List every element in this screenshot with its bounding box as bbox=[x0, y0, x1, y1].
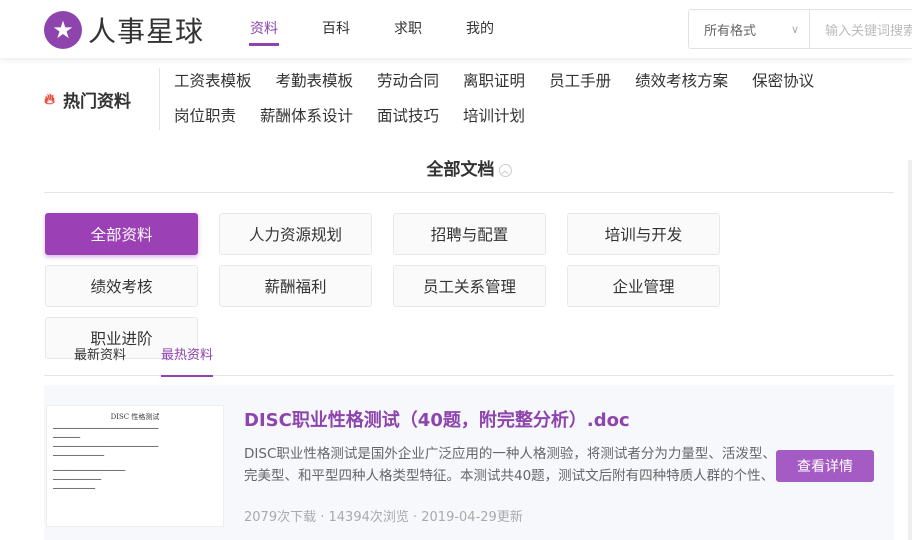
hot-link[interactable]: 劳动合同 bbox=[377, 68, 439, 103]
all-docs-title: 全部文档 bbox=[426, 160, 495, 180]
logo-text: 人事星球 bbox=[88, 15, 205, 48]
fire-icon: 🔥︎ bbox=[44, 90, 56, 108]
hot-link[interactable]: 绩效考核方案 bbox=[635, 68, 728, 103]
nav-ziliao[interactable]: 资料 bbox=[249, 0, 279, 58]
category-button[interactable]: 企业管理 bbox=[567, 265, 720, 307]
format-select[interactable]: 所有格式 ∨ bbox=[689, 10, 810, 48]
hot-link[interactable]: 培训计划 bbox=[463, 103, 525, 138]
sort-tabs: 最新资料 最热资料 bbox=[44, 338, 894, 377]
hot-link[interactable]: 离职证明 bbox=[463, 68, 525, 103]
document-title[interactable]: DISC职业性格测试（40题，附完整分析）.doc bbox=[244, 406, 630, 432]
scrollbar[interactable] bbox=[908, 160, 912, 540]
category-button[interactable]: 人力资源规划 bbox=[219, 213, 372, 255]
view-count: 14394次浏览 bbox=[328, 510, 409, 525]
hot-section: 🔥︎ 热门资料 工资表模板 考勤表模板 劳动合同 离职证明 员工手册 绩效考核方案 保密协议岗… bbox=[44, 68, 874, 138]
hot-link[interactable]: 考勤表模板 bbox=[276, 68, 354, 103]
hot-title: 🔥︎ 热门资料 bbox=[44, 68, 160, 130]
hot-link[interactable]: 员工手册 bbox=[549, 68, 611, 103]
document-description: DISC职业性格测试是国外企业广泛应用的一种人格测验，将测试者分为力量型、活泼型… bbox=[244, 446, 776, 484]
category-button[interactable]: 薪酬福利 bbox=[219, 265, 372, 307]
document-card[interactable]: DISC 性格测试 ━━━━━━━━━━━━━━━━━━━━━━━━━━━━━━… bbox=[44, 385, 894, 540]
category-button[interactable]: 员工关系管理 bbox=[393, 265, 546, 307]
logo[interactable]: ★ 人事星球 bbox=[44, 10, 204, 50]
download-count: 2079次下载 bbox=[244, 510, 317, 525]
hot-title-text: 热门资料 bbox=[63, 91, 132, 112]
hot-link[interactable]: 工资表模板 bbox=[174, 68, 252, 103]
top-header: ★ 人事星球 资料 百科 求职 我的 所有格式 ∨ 输入关键词搜索 bbox=[0, 0, 912, 58]
format-select-value: 所有格式 bbox=[704, 23, 757, 39]
hot-link[interactable]: 薪酬体系设计 bbox=[260, 103, 353, 138]
hot-link[interactable]: 岗位职责 bbox=[174, 103, 236, 138]
hot-link[interactable]: 保密协议 bbox=[752, 68, 814, 103]
category-button[interactable]: 培训与开发 bbox=[567, 213, 720, 255]
main-nav: 资料 百科 求职 我的 bbox=[249, 0, 538, 58]
document-thumbnail[interactable]: DISC 性格测试 ━━━━━━━━━━━━━━━━━━━━━━━━━━━━━━… bbox=[46, 405, 224, 527]
tab-newest[interactable]: 最新资料 bbox=[74, 338, 126, 376]
category-button[interactable]: 招聘与配置 bbox=[393, 213, 546, 255]
all-docs-header: 全部文档 ︿ bbox=[44, 150, 894, 193]
hot-link[interactable]: 面试技巧 bbox=[377, 103, 439, 138]
chevron-up-icon[interactable]: ︿ bbox=[498, 163, 512, 177]
tab-hottest[interactable]: 最热资料 bbox=[161, 338, 214, 377]
thumb-title: DISC 性格测试 bbox=[110, 413, 160, 421]
document-meta: 2079次下载 · 14394次浏览 · 2019-04-29更新 bbox=[244, 510, 523, 525]
category-button[interactable]: 绩效考核 bbox=[45, 265, 198, 307]
view-details-button[interactable]: 查看详情 bbox=[776, 450, 874, 482]
category-button[interactable]: 全部资料 bbox=[45, 213, 198, 255]
search-bar: 所有格式 ∨ 输入关键词搜索 bbox=[688, 9, 912, 49]
search-input[interactable]: 输入关键词搜索 bbox=[810, 10, 912, 48]
chevron-down-icon: ∨ bbox=[790, 22, 799, 36]
nav-baike[interactable]: 百科 bbox=[322, 0, 350, 58]
hot-links: 工资表模板 考勤表模板 劳动合同 离职证明 员工手册 绩效考核方案 保密协议岗位职责 薪酬体系… bbox=[174, 68, 874, 138]
nav-wode[interactable]: 我的 bbox=[466, 0, 494, 58]
updated-date: 2019-04-29更新 bbox=[421, 510, 523, 525]
star-person-logo-icon: ★ bbox=[44, 11, 82, 49]
nav-qiuzhi[interactable]: 求职 bbox=[394, 0, 422, 58]
